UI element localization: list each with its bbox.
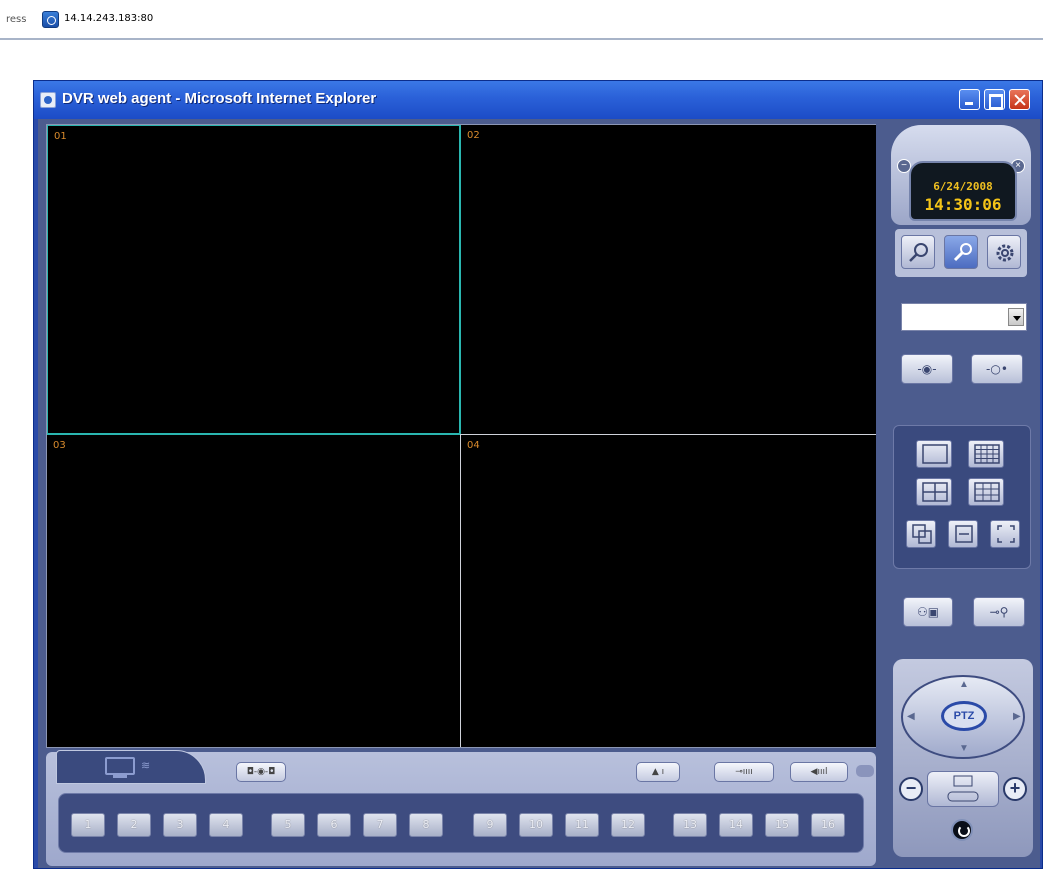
- monitor-icon: [105, 757, 135, 778]
- channel-button-12[interactable]: 12: [611, 813, 645, 837]
- channel-button-15[interactable]: 15: [765, 813, 799, 837]
- focus-control[interactable]: [927, 771, 999, 807]
- search-icon: [909, 243, 928, 262]
- layout-9-button[interactable]: [968, 478, 1004, 506]
- arrow-left-icon[interactable]: ◀: [907, 711, 915, 722]
- single-view-icon: [922, 444, 948, 464]
- address-url[interactable]: 14.14.243.183:80: [64, 13, 153, 24]
- window-title: DVR web agent - Microsoft Internet Explo…: [62, 90, 377, 107]
- page-icon: [42, 11, 59, 28]
- browser-window: DVR web agent - Microsoft Internet Explo…: [33, 80, 1043, 869]
- address-label: ress: [6, 14, 27, 25]
- channel-button-9[interactable]: 9: [473, 813, 507, 837]
- camera-label: 03: [53, 440, 66, 451]
- camera-label: 01: [54, 131, 67, 142]
- chevron-down-icon[interactable]: [1008, 308, 1024, 326]
- gear-icon: [996, 244, 1014, 262]
- layout-1-button[interactable]: [916, 440, 952, 468]
- config-button[interactable]: [987, 235, 1021, 269]
- zoom-in-icon[interactable]: +: [1003, 777, 1027, 801]
- channel-button-2[interactable]: 2: [117, 813, 151, 837]
- wrench-icon: [953, 243, 972, 262]
- search-button[interactable]: [901, 235, 935, 269]
- setup-button[interactable]: [944, 235, 978, 269]
- arrow-up-icon[interactable]: ▲: [959, 679, 969, 690]
- arrow-down-icon[interactable]: ▼: [959, 743, 969, 754]
- fullscreen-icon: [997, 525, 1015, 543]
- close-button[interactable]: [1009, 89, 1030, 110]
- connect-button[interactable]: -◉-: [901, 354, 953, 384]
- camera-label: 02: [467, 130, 480, 141]
- channel-button-4[interactable]: 4: [209, 813, 243, 837]
- camera-select[interactable]: [901, 303, 1027, 331]
- pip-icon: [912, 524, 932, 544]
- channel-button-5[interactable]: 5: [271, 813, 305, 837]
- maximize-button[interactable]: [984, 89, 1005, 110]
- search-playback-button[interactable]: ⊸⚲: [973, 597, 1025, 627]
- grid-4-icon: [922, 482, 948, 502]
- zoom-controls: − +: [897, 769, 1029, 809]
- signal-icon: ≋: [141, 760, 151, 772]
- layout-buttons: [893, 425, 1031, 569]
- power-icon[interactable]: [951, 819, 973, 841]
- pip-button[interactable]: [906, 520, 936, 548]
- relay-button[interactable]: ⊸ıııı: [714, 762, 774, 782]
- status-display: − × 6/24/2008 14:30:06: [891, 125, 1031, 225]
- selection-border: [460, 125, 461, 434]
- channel-button-11[interactable]: 11: [565, 813, 599, 837]
- arrow-right-icon[interactable]: ▶: [1013, 711, 1021, 722]
- selection-border: [47, 434, 460, 435]
- video-grid: 01 02 03 04: [46, 124, 876, 748]
- connect-buttons: -◉- -○•: [895, 349, 1031, 389]
- layout-16-button[interactable]: [968, 440, 1004, 468]
- layout-4-button[interactable]: [916, 478, 952, 506]
- clock-date: 6/24/2008: [933, 180, 993, 193]
- record-button[interactable]: ⚇▣: [903, 597, 953, 627]
- address-bar: ress 14.14.243.183:80: [0, 0, 1043, 40]
- audio-button[interactable]: ◀ıııl: [790, 762, 848, 782]
- channel-button-1[interactable]: 1: [71, 813, 105, 837]
- bottom-control-panel: ≋ ◘-◉-◘ ▲ ı ⊸ıııı ◀ıııl 1 2 3 4 5 6 7 8 9 10 11 12 1…: [46, 750, 876, 866]
- right-control-panel: − × 6/24/2008 14:30:06 -◉- -○• ⚇▣ ⊸⚲ ▲ ▼…: [883, 119, 1038, 868]
- channel-bar: 1 2 3 4 5 6 7 8 9 10 11 12 13 14 15 16: [58, 793, 864, 853]
- ptz-control: ▲ ▼ ◀ ▶ PTZ − +: [893, 659, 1033, 857]
- alarm-button[interactable]: ▲ ı: [636, 762, 680, 782]
- camera-view-3[interactable]: 03: [47, 435, 460, 747]
- ie-icon: [40, 92, 56, 108]
- channel-button-7[interactable]: 7: [363, 813, 397, 837]
- sequence-icon: [955, 525, 973, 543]
- channel-button-16[interactable]: 16: [811, 813, 845, 837]
- live-view-tab[interactable]: ≋: [56, 750, 206, 784]
- record-buttons: ⚇▣ ⊸⚲: [895, 591, 1031, 635]
- camera-label: 04: [467, 440, 480, 451]
- minimize-button[interactable]: [959, 89, 980, 110]
- clock-time: 14:30:06: [924, 195, 1002, 214]
- ptz-button[interactable]: PTZ: [941, 701, 987, 731]
- grid-9-icon: [974, 482, 1000, 502]
- camera-view-1[interactable]: 01: [47, 125, 460, 434]
- dvr-viewer: 01 02 03 04 ≋ ◘-◉-◘ ▲ ı ⊸ıııı ◀ıııl 1 2 …: [38, 119, 1040, 868]
- channel-button-6[interactable]: 6: [317, 813, 351, 837]
- mode-buttons: [895, 229, 1027, 277]
- zoom-out-icon[interactable]: −: [899, 777, 923, 801]
- channel-button-10[interactable]: 10: [519, 813, 553, 837]
- focus-icon: [947, 775, 979, 802]
- grid-16-icon: [974, 444, 1000, 464]
- camera-view-4[interactable]: 04: [461, 435, 876, 747]
- channel-button-13[interactable]: 13: [673, 813, 707, 837]
- title-bar[interactable]: DVR web agent - Microsoft Internet Explo…: [34, 81, 1042, 119]
- clock-display: 6/24/2008 14:30:06: [909, 161, 1017, 221]
- indicator-led: [856, 765, 874, 777]
- sequence-button[interactable]: [948, 520, 978, 548]
- camera-view-2[interactable]: 02: [461, 125, 876, 434]
- ptz-direction-pad[interactable]: ▲ ▼ ◀ ▶ PTZ: [901, 675, 1025, 759]
- channel-button-8[interactable]: 8: [409, 813, 443, 837]
- disconnect-button[interactable]: -○•: [971, 354, 1023, 384]
- camera-link-button[interactable]: ◘-◉-◘: [236, 762, 286, 782]
- channel-button-3[interactable]: 3: [163, 813, 197, 837]
- channel-button-14[interactable]: 14: [719, 813, 753, 837]
- fullscreen-button[interactable]: [990, 520, 1020, 548]
